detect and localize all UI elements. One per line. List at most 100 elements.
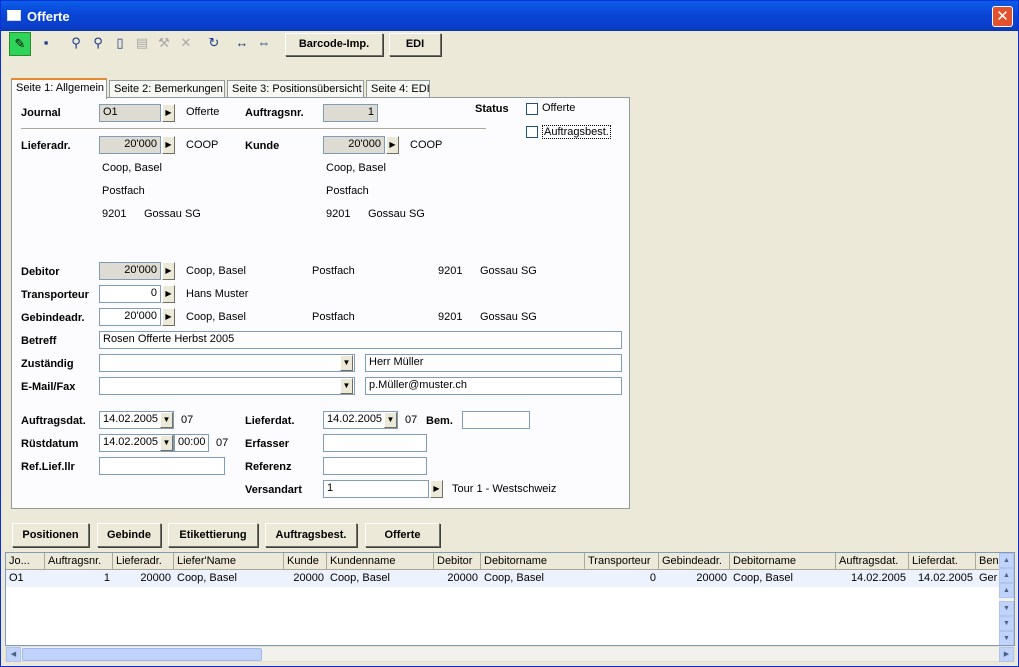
horizontal-scrollbar[interactable]: ◀ ▶ bbox=[5, 646, 1015, 662]
debitor-field[interactable]: 20'000 bbox=[99, 262, 161, 280]
status-label: Status bbox=[475, 103, 509, 115]
delete-icon[interactable]: ✕ bbox=[175, 32, 197, 56]
scroll-left-icon[interactable]: ◀ bbox=[6, 647, 21, 662]
col-header[interactable]: Auftragsdat. bbox=[836, 553, 909, 570]
separator bbox=[21, 128, 486, 130]
auftragsdat-week: 07 bbox=[181, 414, 194, 426]
col-header[interactable]: Gebindeadr. bbox=[659, 553, 730, 570]
gebinde-button[interactable]: Gebinde bbox=[97, 523, 161, 547]
erfasser-input[interactable] bbox=[323, 434, 427, 452]
positionen-button[interactable]: Positionen bbox=[12, 523, 89, 547]
scroll-bottom-icon[interactable]: ▼ bbox=[999, 631, 1014, 645]
col-header[interactable]: Debitorname bbox=[730, 553, 836, 570]
gebindeadr-field[interactable]: 20'000 bbox=[99, 308, 161, 326]
referenz-input[interactable] bbox=[323, 457, 427, 475]
close-button[interactable]: ✕ bbox=[992, 6, 1013, 27]
tab-edi[interactable]: Seite 4: EDI bbox=[366, 80, 430, 98]
copy-icon[interactable]: ▤ bbox=[131, 32, 153, 56]
gebindeadr-plz: 9201 bbox=[438, 311, 463, 323]
tab-allgemein[interactable]: Seite 1: Allgemein bbox=[11, 78, 107, 99]
scroll-pagedown-icon[interactable]: ▼ bbox=[999, 616, 1014, 631]
col-header[interactable]: Liefer'Name bbox=[174, 553, 284, 570]
fit-icon[interactable]: ⇔ bbox=[253, 32, 275, 56]
journal-text: Offerte bbox=[186, 106, 220, 118]
lieferadr-lookup-button[interactable]: ▶ bbox=[162, 136, 175, 154]
lieferadr-field[interactable]: 20'000 bbox=[99, 136, 161, 154]
col-header[interactable]: Lieferadr. bbox=[113, 553, 174, 570]
title-bar[interactable]: Offerte ✕ bbox=[1, 1, 1018, 31]
versandart-text: Tour 1 - Westschweiz bbox=[452, 483, 557, 495]
status-offerte-checkbox[interactable] bbox=[526, 103, 538, 115]
zustaendig-name-field[interactable]: Herr Müller bbox=[365, 354, 622, 372]
debitor-lookup-button[interactable]: ▶ bbox=[162, 262, 175, 280]
col-header[interactable]: Debitor bbox=[434, 553, 481, 570]
zustaendig-dropdown-icon[interactable]: ▼ bbox=[340, 355, 353, 371]
col-header[interactable]: Auftragsnr. bbox=[45, 553, 113, 570]
col-header[interactable]: Kundenname bbox=[327, 553, 434, 570]
lieferadr-plz: 9201 bbox=[102, 208, 127, 220]
ruestdatum-time-field[interactable]: 00:00 bbox=[174, 434, 209, 452]
email-address-field[interactable]: p.Müller@muster.ch bbox=[365, 377, 622, 395]
scroll-pageup-icon[interactable]: ▲ bbox=[999, 568, 1014, 583]
lieferdat-dropdown-icon[interactable]: ▼ bbox=[384, 412, 397, 428]
edi-button[interactable]: EDI bbox=[389, 33, 441, 56]
refresh-icon[interactable]: ↻ bbox=[203, 32, 225, 56]
scroll-thumb[interactable] bbox=[22, 648, 262, 661]
scroll-top-icon[interactable]: ▲ bbox=[999, 553, 1014, 568]
status-auftragsbest-checkbox[interactable] bbox=[526, 126, 538, 138]
table-cell: 14.02.2005 bbox=[917, 572, 973, 584]
kunde-lookup-button[interactable]: ▶ bbox=[386, 136, 399, 154]
transporteur-label: Transporteur bbox=[21, 289, 89, 301]
col-header[interactable]: Debitorname bbox=[481, 553, 585, 570]
auftragsdat-dropdown-icon[interactable]: ▼ bbox=[160, 412, 173, 428]
ruestdatum-dropdown-icon[interactable]: ▼ bbox=[160, 435, 173, 451]
versandart-lookup-button[interactable]: ▶ bbox=[430, 480, 443, 498]
tab-bemerkungen[interactable]: Seite 2: Bemerkungen bbox=[109, 80, 225, 98]
journal-field[interactable]: O1 bbox=[99, 104, 161, 122]
lieferadr-ort: Gossau SG bbox=[144, 208, 201, 220]
new-document-icon[interactable]: ▯ bbox=[109, 32, 131, 56]
bem-input[interactable] bbox=[462, 411, 530, 429]
zustaendig-select[interactable] bbox=[99, 354, 355, 372]
col-header[interactable]: Ben bbox=[976, 553, 1001, 570]
offerte-window: Offerte ✕ ✎ ▪ ⚲ ⚲ ▯ ▤ ⚒ ✕ ↻ ↔ ⇔ Barcode-… bbox=[0, 0, 1019, 667]
col-header[interactable]: Kunde bbox=[284, 553, 327, 570]
kunde-field[interactable]: 20'000 bbox=[323, 136, 385, 154]
save-icon[interactable]: ▪ bbox=[35, 32, 57, 56]
barcode-import-button[interactable]: Barcode-Imp. bbox=[285, 33, 383, 56]
width-icon[interactable]: ↔ bbox=[231, 32, 253, 56]
offerte-button[interactable]: Offerte bbox=[365, 523, 440, 547]
scroll-up-icon[interactable]: ▲ bbox=[999, 583, 1014, 598]
journal-lookup-button[interactable]: ▶ bbox=[162, 104, 175, 122]
gebindeadr-postfach: Postfach bbox=[312, 311, 355, 323]
tab-positionsuebersicht[interactable]: Seite 3: Positionsübersicht bbox=[227, 80, 364, 98]
etikettierung-button[interactable]: Etikettierung bbox=[168, 523, 258, 547]
transporteur-field[interactable]: 0 bbox=[99, 285, 161, 303]
col-header[interactable]: Lieferdat. bbox=[909, 553, 976, 570]
col-header[interactable]: Jo... bbox=[6, 553, 45, 570]
scroll-down-icon[interactable]: ▼ bbox=[999, 601, 1014, 616]
zustaendig-label: Zuständig bbox=[21, 358, 74, 370]
reflieflr-input[interactable] bbox=[99, 457, 225, 475]
auftragsbest-button[interactable]: Auftragsbest. bbox=[265, 523, 357, 547]
kunde-ort: Gossau SG bbox=[368, 208, 425, 220]
vertical-scrollbar[interactable]: ▲ ▲ ▲ ▼ ▼ ▼ bbox=[999, 553, 1014, 645]
betreff-input[interactable]: Rosen Offerte Herbst 2005 bbox=[99, 331, 622, 349]
search-icon[interactable]: ⚲ bbox=[87, 32, 109, 56]
table-cell: Coop, Basel bbox=[177, 572, 237, 584]
debitor-postfach: Postfach bbox=[312, 265, 355, 277]
col-header[interactable]: Transporteur bbox=[585, 553, 659, 570]
table-cell: Coop, Basel bbox=[330, 572, 390, 584]
scroll-right-icon[interactable]: ▶ bbox=[999, 647, 1014, 662]
binoculars-icon[interactable]: ⚲ bbox=[65, 32, 87, 56]
tool-icon[interactable]: ⚒ bbox=[153, 32, 175, 56]
email-select[interactable] bbox=[99, 377, 355, 395]
table-row[interactable]: O1 1 20000 Coop, Basel 20000 Coop, Basel… bbox=[6, 570, 1001, 587]
versandart-field[interactable]: 1 bbox=[323, 480, 429, 498]
auftragsnr-field[interactable]: 1 bbox=[323, 104, 378, 122]
transporteur-lookup-button[interactable]: ▶ bbox=[162, 285, 175, 303]
email-dropdown-icon[interactable]: ▼ bbox=[340, 378, 353, 394]
gebindeadr-lookup-button[interactable]: ▶ bbox=[162, 308, 175, 326]
edit-pencil-icon[interactable]: ✎ bbox=[9, 32, 31, 56]
table-cell: O1 bbox=[9, 572, 24, 584]
